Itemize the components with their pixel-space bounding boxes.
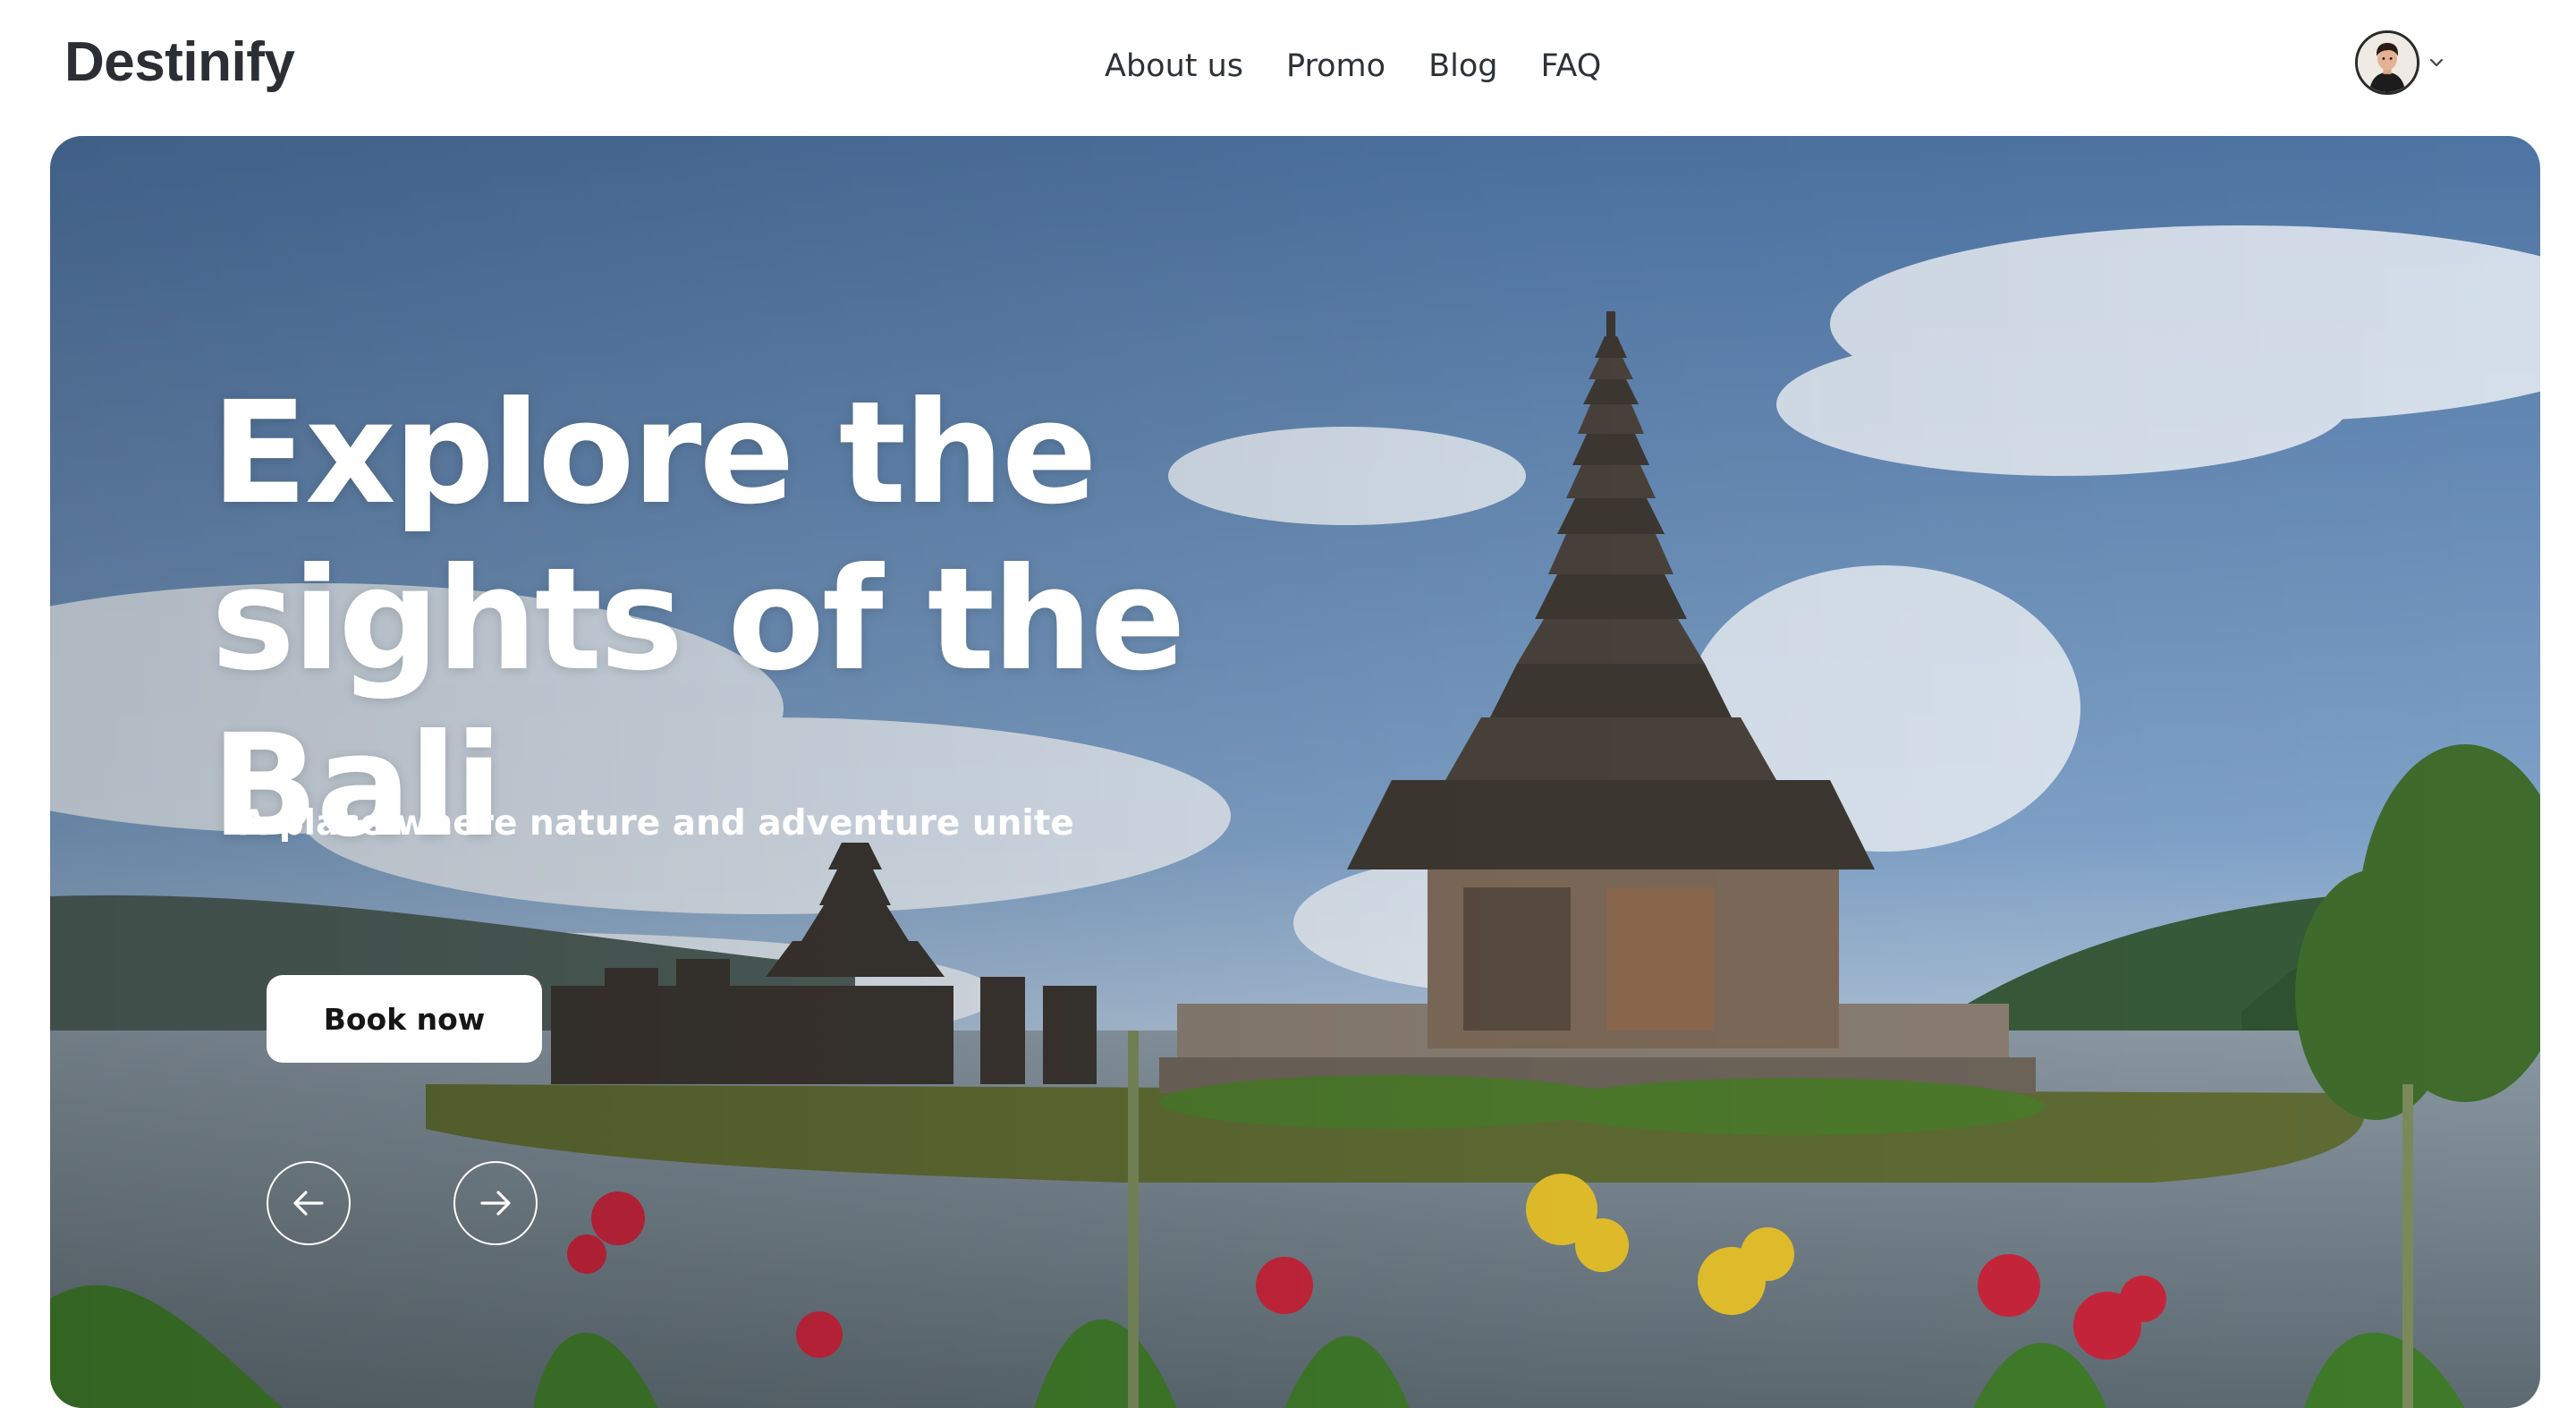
nav-about-us[interactable]: About us xyxy=(1105,39,1243,93)
avatar[interactable] xyxy=(2355,30,2419,95)
chevron-down-icon[interactable] xyxy=(2427,53,2446,72)
user-menu[interactable] xyxy=(2355,30,2446,95)
nav-faq[interactable]: FAQ xyxy=(1540,39,1601,93)
hero-subtitle: A place where nature and adventure unite xyxy=(240,803,1074,844)
book-now-button[interactable]: Book now xyxy=(267,975,542,1063)
main-nav: About us Promo Blog FAQ xyxy=(1105,39,1601,93)
logo[interactable]: Destinify xyxy=(64,27,295,98)
user-avatar-icon xyxy=(2358,33,2417,92)
nav-promo[interactable]: Promo xyxy=(1286,39,1385,93)
hero-banner: Explore the sights of the Bali A place w… xyxy=(50,136,2540,1408)
arrow-left-icon xyxy=(293,1191,324,1216)
arrow-right-icon xyxy=(480,1191,511,1216)
hero-title: Explore the sights of the Bali xyxy=(211,371,1186,869)
previous-slide-button[interactable] xyxy=(267,1161,351,1245)
nav-blog[interactable]: Blog xyxy=(1428,39,1497,93)
next-slide-button[interactable] xyxy=(453,1161,538,1245)
